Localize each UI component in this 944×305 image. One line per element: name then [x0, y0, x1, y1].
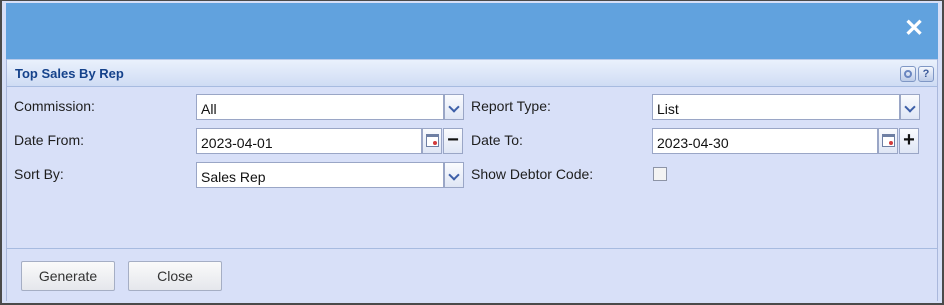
help-icon[interactable]: ?: [918, 66, 934, 82]
report-type-select[interactable]: List: [652, 94, 900, 120]
dialog-titlebar: ✕: [6, 3, 938, 59]
date-from-decrement-button[interactable]: −: [443, 128, 463, 154]
report-type-label: Report Type:: [471, 98, 551, 114]
date-to-input[interactable]: 2023-04-30: [652, 128, 878, 154]
chevron-down-icon: [448, 169, 460, 181]
sort-by-dropdown-trigger[interactable]: [444, 162, 464, 188]
report-panel: Top Sales By Rep ? Commission: All Repor…: [6, 59, 938, 301]
show-debtor-code-checkbox[interactable]: [653, 167, 667, 181]
date-to-picker-button[interactable]: [878, 128, 898, 154]
panel-title: Top Sales By Rep: [15, 66, 124, 81]
panel-header: Top Sales By Rep ?: [7, 59, 937, 87]
calendar-icon: [882, 134, 895, 147]
date-from-label: Date From:: [14, 132, 85, 148]
date-from-input[interactable]: 2023-04-01: [196, 128, 422, 154]
sort-by-label: Sort By:: [14, 166, 64, 182]
show-debtor-code-label: Show Debtor Code:: [471, 166, 594, 182]
commission-dropdown-trigger[interactable]: [444, 94, 464, 120]
dialog-footer: Generate Close: [7, 248, 937, 301]
report-dialog: ✕ Top Sales By Rep ? Commission: All Rep…: [0, 0, 944, 305]
generate-button[interactable]: Generate: [21, 261, 115, 291]
report-type-dropdown-trigger[interactable]: [900, 94, 920, 120]
date-to-increment-button[interactable]: +: [899, 128, 919, 154]
commission-select[interactable]: All: [196, 94, 444, 120]
chevron-down-icon: [904, 101, 916, 113]
sort-by-select[interactable]: Sales Rep: [196, 162, 444, 188]
calendar-icon: [426, 134, 439, 147]
date-from-picker-button[interactable]: [422, 128, 442, 154]
close-icon[interactable]: ✕: [904, 17, 924, 41]
gear-icon[interactable]: [900, 66, 916, 82]
date-to-label: Date To:: [471, 132, 523, 148]
chevron-down-icon: [448, 101, 460, 113]
close-button[interactable]: Close: [128, 261, 222, 291]
commission-label: Commission:: [14, 98, 95, 114]
